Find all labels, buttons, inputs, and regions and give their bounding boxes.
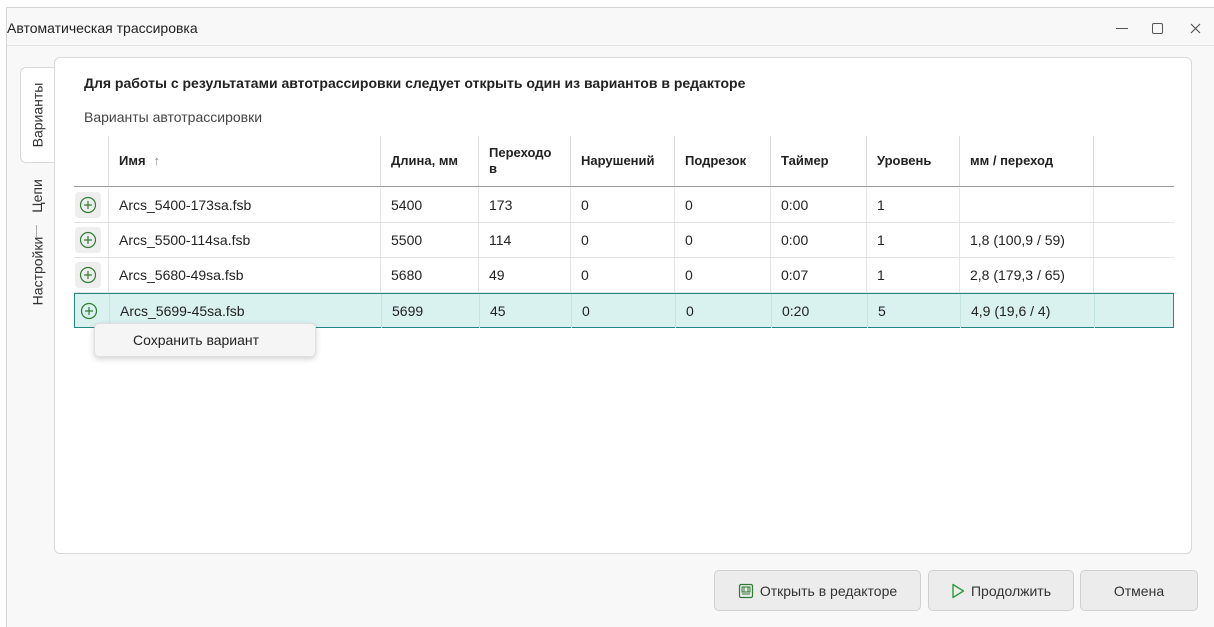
- header-violations[interactable]: Нарушений: [571, 136, 675, 186]
- header-name-label: Имя: [119, 153, 146, 168]
- header-filler: [1094, 136, 1174, 186]
- header-mm-per-via-label: мм / переход: [970, 153, 1054, 168]
- header-length-label: Длина, мм: [391, 153, 459, 168]
- header-length[interactable]: Длина, мм: [381, 136, 479, 186]
- row-expand-cell: [74, 258, 109, 292]
- header-mm-per-via[interactable]: мм / переход: [960, 136, 1094, 186]
- tab-chains[interactable]: Цепи: [20, 171, 54, 221]
- panel-subheading: Варианты автотрассировки: [84, 109, 263, 125]
- header-level[interactable]: Уровень: [867, 136, 960, 186]
- cell-timer: 0:07: [771, 258, 867, 292]
- cell-vias: 49: [479, 258, 571, 292]
- header-vias-label: Переходо в: [489, 145, 552, 176]
- header-cuts-label: Подрезок: [685, 153, 747, 168]
- header-timer[interactable]: Таймер: [771, 136, 867, 186]
- table-row[interactable]: Arcs_5400-173sa.fsb 5400 173 0 0 0:00 1: [74, 188, 1174, 223]
- open-in-editor-button[interactable]: Открыть в редакторе: [714, 570, 921, 611]
- cell-timer: 0:20: [772, 294, 868, 328]
- minimize-icon[interactable]: [1110, 16, 1134, 38]
- board-editor-icon: [738, 583, 754, 599]
- cell-cuts: 0: [675, 258, 771, 292]
- tab-variants-label: Варианты: [29, 82, 46, 148]
- continue-button[interactable]: Продолжить: [928, 570, 1074, 611]
- cell-cuts: 0: [676, 294, 772, 328]
- cell-length: 5400: [381, 188, 479, 222]
- header-vias[interactable]: Переходо в: [479, 136, 571, 186]
- row-expand-cell: [74, 188, 109, 222]
- cell-level: 1: [867, 223, 960, 257]
- tab-variants[interactable]: Варианты: [20, 67, 54, 163]
- cell-level: 1: [867, 188, 960, 222]
- cell-mm-per-via: 2,8 (179,3 / 65): [960, 258, 1094, 292]
- cell-mm-per-via: 4,9 (19,6 / 4): [961, 294, 1095, 328]
- cell-name: Arcs_5500-114sa.fsb: [109, 223, 381, 257]
- cell-violations: 0: [571, 223, 675, 257]
- row-expand-cell: [74, 223, 109, 257]
- tab-settings[interactable]: Настройки: [20, 231, 54, 311]
- cancel-button[interactable]: Отмена: [1080, 570, 1198, 611]
- open-in-editor-label: Открыть в редакторе: [759, 582, 898, 599]
- cell-length: 5500: [381, 223, 479, 257]
- header-expand-col: [74, 136, 109, 186]
- tab-settings-label: Настройки: [29, 236, 45, 306]
- cell-mm-per-via: 1,8 (100,9 / 59): [960, 223, 1094, 257]
- cell-length: 5680: [381, 258, 479, 292]
- header-level-label: Уровень: [877, 153, 932, 168]
- context-menu-save-variant[interactable]: Сохранить вариант: [94, 323, 316, 357]
- cell-vias: 173: [479, 188, 571, 222]
- cell-length: 5699: [382, 294, 480, 328]
- cell-timer: 0:00: [771, 223, 867, 257]
- header-timer-label: Таймер: [781, 153, 829, 168]
- tab-chains-label: Цепи: [28, 179, 45, 213]
- continue-label: Продолжить: [970, 582, 1052, 599]
- cell-level: 1: [867, 258, 960, 292]
- close-icon[interactable]: [1183, 16, 1207, 38]
- cell-name: Arcs_5680-49sa.fsb: [109, 258, 381, 292]
- variants-panel: Для работы с результатами автотрассировк…: [54, 57, 1192, 554]
- header-name[interactable]: Имя ↑: [109, 136, 381, 186]
- cell-mm-per-via: [960, 188, 1094, 222]
- cell-violations: 0: [571, 258, 675, 292]
- cancel-label: Отмена: [1113, 582, 1165, 599]
- table-row[interactable]: Arcs_5680-49sa.fsb 5680 49 0 0 0:07 1 2,…: [74, 258, 1174, 293]
- header-violations-label: Нарушений: [581, 153, 655, 168]
- context-menu-item-label: Сохранить вариант: [133, 332, 260, 348]
- cell-timer: 0:00: [771, 188, 867, 222]
- cell-level: 5: [868, 294, 961, 328]
- cell-vias: 45: [480, 294, 572, 328]
- cell-violations: 0: [572, 294, 676, 328]
- cell-vias: 114: [479, 223, 571, 257]
- maximize-icon[interactable]: [1145, 16, 1169, 38]
- table-row[interactable]: Arcs_5500-114sa.fsb 5500 114 0 0 0:00 1 …: [74, 223, 1174, 258]
- play-icon: [951, 583, 965, 599]
- arrow-up-icon: ↑: [153, 153, 161, 168]
- window-title: Автоматическая трассировка: [7, 20, 198, 36]
- table-header: Имя ↑ Длина, мм Переходо в Нарушений Под…: [74, 136, 1174, 187]
- panel-heading: Для работы с результатами автотрассировк…: [84, 75, 746, 91]
- header-cuts[interactable]: Подрезок: [675, 136, 771, 186]
- title-bar: Автоматическая трассировка: [7, 8, 1214, 46]
- cell-cuts: 0: [675, 188, 771, 222]
- cell-cuts: 0: [675, 223, 771, 257]
- cell-violations: 0: [571, 188, 675, 222]
- cell-name: Arcs_5400-173sa.fsb: [109, 188, 381, 222]
